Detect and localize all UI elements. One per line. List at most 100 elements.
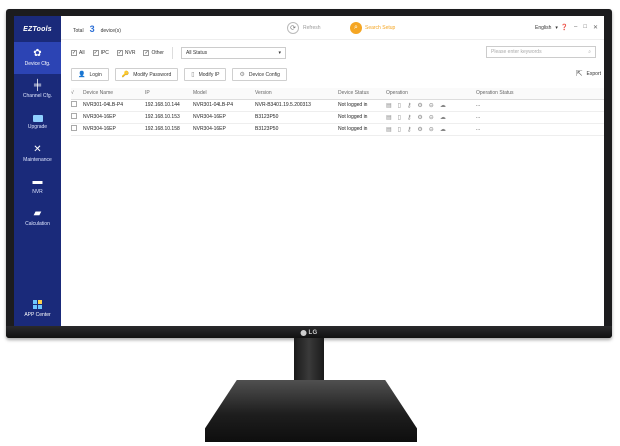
language-label: English xyxy=(535,25,552,31)
ip-icon[interactable]: ▯ xyxy=(398,114,401,121)
search-setup-label: Search Setup xyxy=(365,25,396,31)
web-icon[interactable]: ⊖ xyxy=(429,102,434,109)
column-header-ip[interactable]: IP xyxy=(145,88,193,100)
detail-icon[interactable]: ▤ xyxy=(386,102,392,109)
column-header-model[interactable]: Model xyxy=(193,88,255,100)
column-header-device-status[interactable]: Device Status xyxy=(338,88,386,100)
cell-device-name: NVR304-16EP xyxy=(83,123,145,136)
cloud-icon[interactable]: ☁ xyxy=(440,102,446,109)
screen: EZTools ✿ Device Cfg. ╪ Channel Cfg. Upg… xyxy=(14,16,604,326)
gear-icon[interactable]: ⚙ xyxy=(417,114,422,121)
cell-ip: 192.168.10.153 xyxy=(145,111,193,124)
app-center-label: APP Center xyxy=(24,312,51,318)
sidebar-item-label: Upgrade xyxy=(27,123,48,130)
monitor-stand xyxy=(205,380,417,442)
filter-other-checkbox[interactable]: ✓ Other xyxy=(143,50,164,56)
app-logo: EZTools xyxy=(23,25,52,33)
export-button[interactable]: ⇱ Export xyxy=(576,69,601,78)
modify-ip-button[interactable]: ▯ Modify IP xyxy=(184,68,227,81)
filter-ipc-label: IPC xyxy=(100,50,109,56)
table-row[interactable]: NVR301-04LB-P4 192.168.10.144 NVR301-04L… xyxy=(71,99,604,112)
modify-password-button[interactable]: 🔑 Modify Password xyxy=(114,68,179,81)
gear-icon[interactable]: ⚙ xyxy=(417,126,422,133)
total-count: 3 xyxy=(89,24,95,34)
close-icon[interactable]: ✕ xyxy=(593,24,598,31)
monitor-bezel: LG xyxy=(6,326,612,338)
cell-model: NVR304-16EP xyxy=(193,123,255,136)
language-selector[interactable]: English ▾ xyxy=(535,25,558,31)
sidebar-item-calculation[interactable]: ▰ Calculation xyxy=(14,202,61,234)
filter-ipc-checkbox[interactable]: ✓ IPC xyxy=(92,50,109,56)
search-input[interactable]: Please enter keywords ⌕ xyxy=(486,46,596,58)
refresh-button[interactable]: ⟳ Refresh xyxy=(287,22,321,34)
status-dropdown[interactable]: All Status ▾ xyxy=(180,47,286,59)
lg-brand-text: LG xyxy=(308,330,318,336)
column-header-device-name[interactable]: Device Name xyxy=(83,88,145,100)
web-icon[interactable]: ⊖ xyxy=(429,126,434,133)
row-checkbox[interactable] xyxy=(71,101,77,107)
filter-nvr-checkbox[interactable]: ✓ NVR xyxy=(116,50,136,56)
divider xyxy=(171,47,173,59)
status-dropdown-value: All Status xyxy=(185,50,208,56)
refresh-label: Refresh xyxy=(303,25,321,31)
cell-device-name: NVR304-16EP xyxy=(83,111,145,124)
filter-bar: ✓ All ✓ IPC ✓ NVR ✓ Other All Status ▾ Pleas… xyxy=(71,46,596,60)
ip-icon[interactable]: ▯ xyxy=(398,126,401,133)
ip-icon[interactable]: ▯ xyxy=(398,102,401,109)
web-icon[interactable]: ⊖ xyxy=(429,114,434,121)
lg-logo-icon xyxy=(300,330,307,336)
maximize-icon[interactable]: □ xyxy=(583,24,587,31)
key-icon[interactable]: ⚷ xyxy=(407,114,411,121)
calculation-icon: ▰ xyxy=(33,208,42,219)
device-table: √ Device Name IP Model Version Device St… xyxy=(71,88,604,136)
modify-ip-label: Modify IP xyxy=(198,71,220,78)
filter-nvr-label: NVR xyxy=(124,50,136,56)
operation-icons: ▤ ▯ ⚷ ⚙ ⊖ ☁ xyxy=(386,102,476,109)
filter-all-checkbox[interactable]: ✓ All xyxy=(71,50,85,56)
table-row[interactable]: NVR304-16EP 192.168.10.153 NVR304-16EP B… xyxy=(71,111,604,124)
cloud-icon[interactable]: ☁ xyxy=(440,114,446,121)
table-header-row: √ Device Name IP Model Version Device St… xyxy=(71,88,604,100)
table-row[interactable]: NVR304-16EP 192.168.10.158 NVR304-16EP B… xyxy=(71,123,604,136)
column-header-select[interactable]: √ xyxy=(71,88,83,100)
cloud-icon[interactable]: ☁ xyxy=(440,126,446,133)
cell-device-status: Not logged in xyxy=(338,123,386,136)
app-center-button[interactable]: APP Center xyxy=(14,292,61,326)
gear-icon[interactable]: ⚙ xyxy=(417,102,422,109)
modify-password-label: Modify Password xyxy=(133,71,172,78)
search-icon: ⌕ xyxy=(588,49,591,55)
sidebar-item-channel-cfg[interactable]: ╪ Channel Cfg. xyxy=(14,74,61,106)
nvr-icon: ▬ xyxy=(32,176,43,187)
column-header-version[interactable]: Version xyxy=(255,88,338,100)
sliders-icon: ╪ xyxy=(33,80,42,91)
login-button[interactable]: 👤 Login xyxy=(71,68,109,81)
detail-icon[interactable]: ▤ xyxy=(386,126,392,133)
export-icon: ⇱ xyxy=(575,69,583,78)
sidebar-item-upgrade[interactable]: Upgrade xyxy=(14,106,61,138)
action-bar: 👤 Login 🔑 Modify Password ▯ Modify IP ⚙ Devi… xyxy=(71,68,601,82)
sidebar-item-nvr[interactable]: ▬ NVR xyxy=(14,170,61,202)
gear-icon: ⚙ xyxy=(239,72,245,78)
key-icon: 🔑 xyxy=(121,72,130,78)
column-header-operation: Operation xyxy=(386,88,476,100)
device-config-label: Device Config xyxy=(248,71,280,78)
help-icon[interactable]: ❓ xyxy=(561,24,568,31)
device-total: Total 3 device(s) xyxy=(73,24,121,34)
lg-logo: LG xyxy=(300,330,318,336)
device-config-button[interactable]: ⚙ Device Config xyxy=(232,68,287,81)
total-unit: device(s) xyxy=(100,28,121,34)
sidebar-item-label: Maintenance xyxy=(23,157,52,163)
sidebar: EZTools ✿ Device Cfg. ╪ Channel Cfg. Upg… xyxy=(14,16,61,326)
row-checkbox[interactable] xyxy=(71,125,77,131)
detail-icon[interactable]: ▤ xyxy=(386,114,392,121)
key-icon[interactable]: ⚷ xyxy=(407,126,411,133)
search-setup-button[interactable]: ⌕ Search Setup xyxy=(350,22,395,34)
monitor: EZTools ✿ Device Cfg. ╪ Channel Cfg. Upg… xyxy=(6,9,612,338)
export-label: Export xyxy=(586,70,601,77)
sidebar-item-maintenance[interactable]: ✕ Maintenance xyxy=(14,138,61,170)
minimize-icon[interactable]: – xyxy=(574,24,577,31)
key-icon[interactable]: ⚷ xyxy=(407,102,411,109)
row-checkbox[interactable] xyxy=(71,113,77,119)
sidebar-item-device-cfg[interactable]: ✿ Device Cfg. xyxy=(14,42,61,74)
sidebar-item-label: Device Cfg. xyxy=(24,61,51,67)
